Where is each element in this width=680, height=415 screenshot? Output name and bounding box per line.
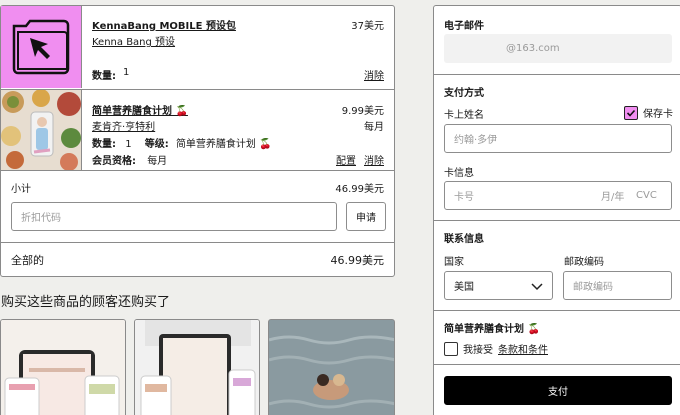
meal-plan-image-icon	[1, 90, 81, 170]
total-label: 全部的	[11, 254, 44, 267]
item-details: 数量: 1 等级: 简单营养膳食计划 🍒	[92, 135, 272, 150]
cvc-placeholder: CVC	[636, 190, 657, 201]
item-author[interactable]: Kenna Bang 预设	[92, 33, 175, 48]
payment-title: 支付方式	[444, 88, 484, 99]
qty-label: 数量:	[92, 139, 116, 150]
divider	[1, 242, 394, 243]
email-value: @163.com	[506, 43, 560, 54]
plan-title: 简单营养膳食计划 🍒	[444, 324, 540, 335]
product-thumbnail[interactable]	[1, 6, 82, 88]
remove-link[interactable]: 消除	[364, 152, 384, 167]
expiry-placeholder: 月/年	[601, 192, 625, 203]
subtotal-value: 46.99美元	[335, 184, 384, 195]
save-card-toggle[interactable]: 保存卡	[624, 105, 673, 120]
item-period: 每月	[364, 122, 384, 133]
item-author[interactable]: 麦肯齐·亨特利	[92, 118, 155, 133]
cart-item: 简单营养膳食计划 🍒 麦肯齐·亨特利 9.99美元 每月 数量: 1 等级: 简…	[1, 90, 394, 170]
configure-link[interactable]: 配置	[336, 152, 356, 167]
qty-value: 1	[123, 67, 130, 78]
card-info-input[interactable]: 卡号 月/年 CVC	[444, 181, 672, 210]
divider	[434, 220, 680, 221]
save-card-label: 保存卡	[643, 109, 673, 120]
item-price: 9.99美元	[341, 106, 384, 117]
email-field[interactable]: @163.com	[444, 34, 672, 63]
total-value: 46.99美元	[330, 254, 385, 267]
name-on-card-input[interactable]: 约翰·多伊	[444, 124, 672, 153]
email-label: 电子邮件	[444, 21, 484, 32]
contact-title: 联系信息	[444, 234, 484, 245]
card-info-label: 卡信息	[444, 168, 474, 179]
qty-label: 数量:	[92, 71, 116, 82]
terms-link[interactable]: 条款和条件	[498, 341, 548, 356]
chevron-down-icon	[531, 283, 543, 291]
divider	[434, 364, 680, 365]
ocean-photo-image-icon	[269, 320, 394, 415]
meal-prep-image-icon	[135, 320, 259, 415]
recommended-product[interactable]	[268, 319, 395, 415]
healthy-guide-image-icon	[1, 320, 125, 415]
folder-cursor-icon	[12, 19, 70, 75]
tier-value: 简单营养膳食计划 🍒	[175, 139, 272, 150]
country-select[interactable]: 美国	[444, 271, 553, 300]
recommendations-title: 购买这些商品的顾客还购买了	[1, 295, 171, 310]
product-thumbnail[interactable]	[1, 90, 82, 170]
item-title[interactable]: KennaBang MOBILE 预设包	[92, 17, 236, 32]
recommended-product[interactable]	[0, 319, 126, 415]
membership-value: 每月	[147, 156, 168, 167]
apply-button[interactable]: 申请	[346, 202, 386, 231]
pay-button[interactable]: 支付	[444, 376, 672, 405]
checkout-card: 电子邮件 @163.com 支付方式 卡上姓名 保存卡 约翰·多伊 卡信息 卡号…	[433, 5, 680, 415]
tier-label: 等级:	[144, 139, 169, 150]
name-on-card-label: 卡上姓名	[444, 110, 484, 121]
membership-row: 会员资格: 每月	[92, 152, 167, 167]
discount-code-input[interactable]: 折扣代码	[11, 202, 337, 231]
qty-value: 1	[125, 139, 132, 150]
postal-code-input[interactable]: 邮政编码	[563, 271, 672, 300]
recommended-product[interactable]	[134, 319, 260, 415]
cart-card: KennaBang MOBILE 预设包 Kenna Bang 预设 37美元 …	[0, 5, 395, 277]
cart-item: KennaBang MOBILE 预设包 Kenna Bang 预设 37美元 …	[1, 6, 394, 89]
card-number-placeholder: 卡号	[454, 192, 474, 203]
item-title[interactable]: 简单营养膳食计划 🍒	[92, 102, 188, 117]
terms-checkbox-row: 我接受 条款和条件	[444, 341, 548, 356]
subtotal-label: 小计	[11, 184, 31, 195]
accept-label: 我接受	[463, 345, 493, 356]
postal-code-label: 邮政编码	[564, 257, 604, 268]
membership-label: 会员资格:	[92, 156, 136, 167]
divider	[434, 310, 680, 311]
country-value: 美国	[454, 282, 474, 293]
country-label: 国家	[444, 257, 464, 268]
divider	[1, 170, 394, 171]
remove-link[interactable]: 消除	[364, 67, 384, 82]
check-icon[interactable]	[624, 105, 638, 120]
terms-checkbox[interactable]	[444, 341, 458, 356]
item-price: 37美元	[351, 21, 384, 32]
divider	[434, 74, 680, 75]
